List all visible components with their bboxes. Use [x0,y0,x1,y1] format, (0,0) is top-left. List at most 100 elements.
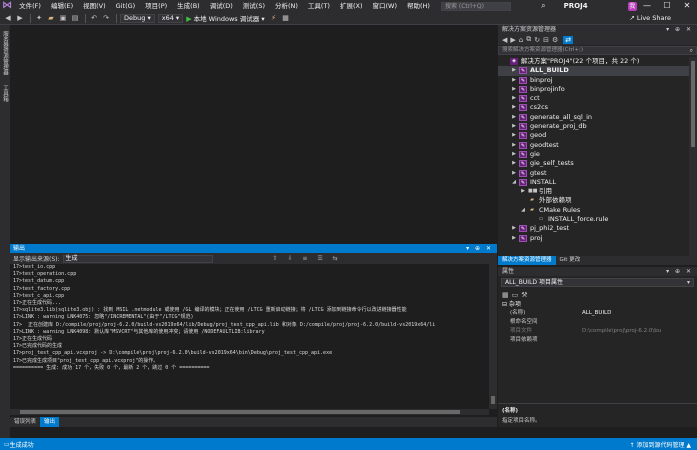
output-tools[interactable]: ⇧ ⇩ ≡ ☰ ⇆ [273,255,342,262]
menu-item[interactable]: 视图(V) [78,0,111,12]
maximize-button[interactable]: ☐ [657,0,677,12]
scrollbar-thumb[interactable] [491,396,495,404]
forward-icon[interactable]: ▶ [510,36,518,44]
scrollbar-thumb[interactable] [691,61,695,147]
panel-controls[interactable]: ▾ ⊕ ✕ [666,25,693,34]
menu-item[interactable]: 生成(B) [172,0,205,12]
search-icon[interactable]: ⌕ [690,47,693,54]
tree-item[interactable]: ▶ ✎ pj_phi2_test [498,224,689,233]
property-row[interactable]: 根命名空间 [498,318,697,327]
expander-icon[interactable]: ▶ [511,113,517,122]
toolbox-tab[interactable]: 工具箱 [1,85,9,102]
tree-item[interactable]: ▶ ✎ cct [498,94,689,103]
user-avatar[interactable]: 我 [627,1,637,11]
expander-icon[interactable]: ▶ [511,94,517,103]
configuration-select[interactable]: Debug ▾ [120,13,155,23]
menu-item[interactable]: 窗口(W) [368,0,403,12]
property-value[interactable]: D:\compile\proj\proj-6.2.0\bu [582,327,697,336]
back-icon[interactable]: ◀ [3,13,13,23]
open-folder-icon[interactable]: ▰ [46,13,56,23]
hot-reload-icon[interactable]: ⚡ [269,13,279,23]
menu-item[interactable]: 项目(P) [140,0,172,12]
expander-icon[interactable]: ▶ [511,224,517,233]
property-value[interactable]: ALL_BUILD [582,309,697,318]
menu-item[interactable]: 测试(S) [238,0,270,12]
menu-item[interactable]: 调试(D) [205,0,238,12]
new-item-icon[interactable]: ✦ [34,13,44,23]
expander-icon[interactable]: ▶ [511,122,517,131]
tree-item[interactable]: ▶ ■■ 引用 [498,187,689,196]
expander-icon[interactable]: ▶ [511,85,517,94]
tree-item[interactable]: ▶ ✎ generate_all_sql_in [498,113,689,122]
tree-item[interactable]: ▶ ✎ geodtest [498,141,689,150]
undo-icon[interactable]: ↶ [89,13,99,23]
tree-item[interactable]: ▰ 外部依赖项 [498,196,689,205]
save-icon[interactable]: ▣ [58,13,68,23]
expander-icon[interactable]: ▶ [511,131,517,140]
expander-icon[interactable]: ▶ [520,187,526,196]
property-value[interactable] [582,336,697,345]
start-debugging-button[interactable]: ▶ 本地 Windows 调试器 ▾ [186,13,264,23]
properties-icon[interactable]: ⚙ [552,36,561,44]
tree-item[interactable]: ▶ ✎ binprojinfo [498,85,689,94]
forward-icon[interactable]: ▶ [15,13,25,23]
expander-icon[interactable]: ◢ [511,178,517,187]
home-icon[interactable]: ⌂ [519,36,526,44]
tree-item[interactable]: ▶ ✎ generate_proj_db [498,122,689,131]
tab-solution-explorer[interactable]: 解决方案资源管理器 [498,256,556,265]
panel-controls[interactable]: ▾ ⊕ ✕ [666,267,693,276]
menu-item[interactable]: 编辑(E) [46,0,78,12]
tab-error-list[interactable]: 错误列表 [10,417,40,427]
expander-icon[interactable]: ▶ [511,234,517,243]
platform-select[interactable]: x64 ▾ [157,13,184,23]
preview-icon[interactable]: ⇄ [563,35,574,44]
solution-vertical-scrollbar[interactable] [689,57,697,256]
close-button[interactable]: ✕ [677,0,697,12]
solution-search-input[interactable]: 搜索解决方案资源管理器(Ctrl+;) ⌕ [498,46,697,55]
live-share-button[interactable]: ↗ Live Share [629,14,671,22]
tree-item[interactable]: ▶ ✎ cs2cs [498,103,689,112]
output-horizontal-scrollbar[interactable] [10,409,489,415]
menu-item[interactable]: 文件(F) [14,0,46,12]
search-input[interactable]: 搜索 (Ctrl+Q) [440,1,512,11]
menu-item[interactable]: 扩展(X) [335,0,368,12]
tree-item[interactable]: ▶ ✎ proj [498,234,689,243]
property-row[interactable]: 项目依赖项 [498,336,697,345]
expander-icon[interactable]: ▶ [511,159,517,168]
menu-item[interactable]: 帮助(H) [402,0,435,12]
property-value[interactable] [582,318,697,327]
tab-git-changes[interactable]: Git 更改 [556,256,585,265]
expander-icon[interactable]: ▶ [511,66,517,75]
expander-icon[interactable]: ▶ [511,141,517,150]
add-to-source-control-button[interactable]: ↑ 添加到源代码管理 ▲ [630,440,691,449]
tree-item[interactable]: ▭ INSTALL_force.rule [498,215,689,224]
menu-item[interactable]: 分析(N) [270,0,303,12]
collapse-all-icon[interactable]: ⊟ [543,36,552,44]
server-explorer-tab[interactable]: 服务器资源管理器 [1,31,9,75]
expander-icon[interactable]: ▶ [511,76,517,85]
expander-icon[interactable]: ▶ [511,150,517,159]
wrench-icon[interactable]: ⚒ [521,291,530,299]
properties-object-select[interactable]: ALL_BUILD 项目属性 ▾ [501,278,694,287]
refresh-icon[interactable]: ↻ [534,36,543,44]
tree-item[interactable]: ◢ ▰ CMake Rules [498,206,689,215]
minimize-button[interactable]: — [637,0,657,12]
search-icon[interactable]: ⌕ [541,1,545,11]
tree-item[interactable]: ▶ ✎ gie [498,150,689,159]
expander-icon[interactable]: ◢ [520,206,526,215]
categorized-icon[interactable]: ▦ [502,291,512,299]
menu-item[interactable]: Git(G) [111,0,141,12]
tree-item[interactable]: ▶ ✎ ALL_BUILD [498,66,689,76]
window-layout-icon[interactable]: ▦ [281,13,291,23]
scrollbar-thumb[interactable] [20,410,460,414]
output-vertical-scrollbar[interactable] [489,264,497,409]
tree-item[interactable]: ▶ ✎ gie_self_tests [498,159,689,168]
output-source-select[interactable]: 生成 [62,254,213,263]
tab-output[interactable]: 输出 [40,417,60,427]
back-icon[interactable]: ◀ [502,36,510,44]
switch-views-icon[interactable]: ⧉ [526,35,534,44]
visual-studio-logo-icon[interactable]: ⋈ [0,0,14,12]
panel-controls[interactable]: ▾ ⊕ ✕ [466,244,493,253]
tree-item[interactable]: ▶ ✎ binproj [498,76,689,85]
expander-icon[interactable]: ▶ [511,169,517,178]
